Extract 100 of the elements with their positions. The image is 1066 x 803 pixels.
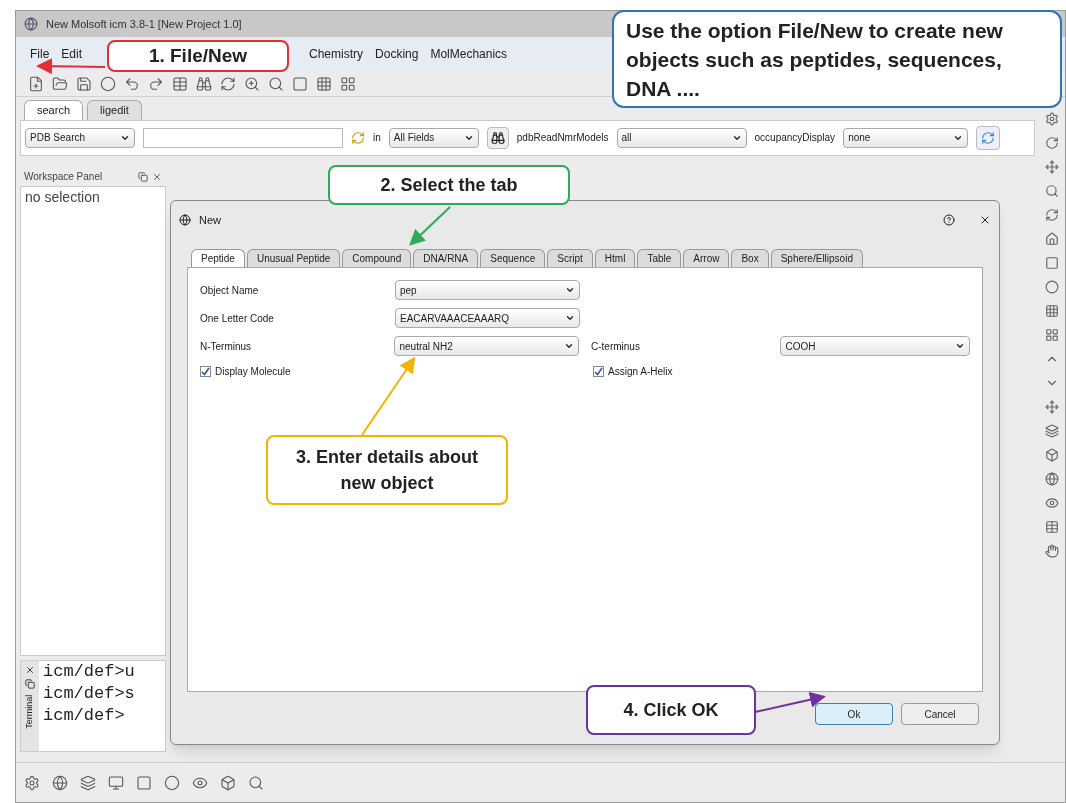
- pointer-arrow: [754, 691, 826, 713]
- field-label: N-Terminus: [200, 339, 253, 354]
- dropdown-caret-icon: [565, 313, 575, 323]
- binoculars-icon: [490, 130, 505, 145]
- dialog-tab[interactable]: Html: [594, 249, 636, 267]
- field-dropdown[interactable]: pep: [395, 280, 580, 300]
- pointer-arrow: [36, 58, 106, 75]
- menu-item[interactable]: Chemistry: [303, 45, 370, 63]
- side-tool-icon[interactable]: [1045, 496, 1059, 510]
- side-tool-icon[interactable]: [1045, 184, 1059, 198]
- side-tool-icon[interactable]: [1045, 520, 1059, 534]
- occupancy-label: occupancyDisplay: [754, 131, 836, 145]
- refresh-icon[interactable]: [220, 75, 236, 92]
- field-dropdown[interactable]: neutral NH2: [394, 336, 579, 356]
- field-dropdown[interactable]: COOH: [780, 336, 970, 356]
- step-callout: 4. Click OK: [586, 685, 756, 735]
- table-icon[interactable]: [172, 75, 188, 92]
- checkbox-label: Display Molecule: [215, 365, 291, 379]
- checkbox[interactable]: [200, 366, 211, 377]
- gear-icon[interactable]: [24, 774, 40, 791]
- side-tool-icon[interactable]: [1045, 136, 1059, 150]
- menu-item[interactable]: File: [24, 45, 56, 63]
- menu-item[interactable]: Edit: [55, 45, 89, 63]
- dropdown-caret-icon: [955, 341, 965, 351]
- circle-icon[interactable]: [100, 75, 116, 92]
- dropdown-caret-icon: [565, 285, 575, 295]
- binoculars-icon[interactable]: [196, 75, 212, 92]
- panel-tab[interactable]: search: [24, 100, 84, 120]
- terminal-line: icm/def>s: [43, 682, 135, 705]
- field-dropdown[interactable]: EACARVAAACEAAARQ: [395, 308, 580, 328]
- side-tool-icon[interactable]: [1045, 304, 1059, 318]
- open-folder-icon[interactable]: [52, 75, 68, 92]
- workspace-item[interactable]: no selection: [21, 186, 165, 208]
- app-logo-icon: [179, 214, 191, 226]
- side-tool-icon[interactable]: [1045, 328, 1059, 342]
- in-label: in: [373, 131, 381, 145]
- search-icon[interactable]: [248, 774, 264, 791]
- float-icon[interactable]: [25, 678, 35, 689]
- dialog-button[interactable]: Cancel: [901, 703, 979, 725]
- monitor-icon[interactable]: [108, 774, 124, 791]
- dialog-tab[interactable]: Arrow: [683, 249, 730, 267]
- float-icon[interactable]: [138, 171, 148, 182]
- checkbox[interactable]: [593, 366, 604, 377]
- help-icon[interactable]: [943, 214, 955, 226]
- redo-icon[interactable]: [148, 75, 164, 92]
- step-callout: 1. File/New: [107, 40, 289, 72]
- refresh-icon[interactable]: [351, 130, 365, 145]
- globe-icon[interactable]: [52, 774, 68, 791]
- panel-tab[interactable]: ligedit: [87, 100, 142, 120]
- undo-icon[interactable]: [124, 75, 140, 92]
- field-dropdown[interactable]: All Fields: [388, 127, 479, 148]
- refresh-button[interactable]: [976, 125, 1001, 150]
- close-icon[interactable]: [25, 664, 35, 675]
- side-tool-icon[interactable]: [1045, 112, 1059, 126]
- terminal-label: Terminal: [23, 694, 36, 729]
- dialog-tab[interactable]: DNA/RNA: [413, 249, 479, 267]
- workspace-panel-title: Workspace Panel: [24, 170, 103, 184]
- check-icon: [594, 367, 603, 376]
- field-label: One Letter Code: [200, 311, 275, 326]
- side-tool-icon[interactable]: [1045, 208, 1059, 222]
- field-label: Object Name: [200, 283, 260, 298]
- source-dropdown[interactable]: PDB Search: [25, 127, 135, 148]
- step-callout: 3. Enter details about new object: [266, 435, 508, 505]
- terminal-line: icm/def>: [43, 704, 126, 727]
- dialog-tab[interactable]: Sphere/Ellipsoid: [770, 249, 863, 267]
- side-tool-icon[interactable]: [1045, 280, 1059, 294]
- dialog-tab[interactable]: Box: [731, 249, 769, 267]
- layers-icon[interactable]: [80, 774, 96, 791]
- zoom-in-icon[interactable]: [244, 75, 260, 92]
- side-tool-icon[interactable]: [1045, 256, 1059, 270]
- dialog-tab[interactable]: Table: [637, 249, 682, 267]
- side-tool-icon[interactable]: [1045, 448, 1059, 462]
- menu-item[interactable]: Docking: [369, 45, 425, 63]
- nmr-dropdown[interactable]: all: [616, 127, 747, 148]
- side-tool-icon[interactable]: [1045, 424, 1059, 438]
- grid-icon[interactable]: [316, 75, 332, 92]
- checkbox-label: Assign A-Helix: [608, 365, 673, 379]
- dialog-tab[interactable]: Peptide: [191, 249, 245, 267]
- layout-grid-icon[interactable]: [340, 75, 356, 92]
- side-tool-icon[interactable]: [1045, 160, 1059, 174]
- circle-icon[interactable]: [164, 774, 180, 791]
- refresh-icon: [981, 130, 996, 145]
- search-icon[interactable]: [268, 75, 284, 92]
- binoculars-button[interactable]: [486, 126, 509, 149]
- side-tool-icon[interactable]: [1045, 544, 1059, 558]
- side-tool-icon[interactable]: [1045, 400, 1059, 414]
- dialog-button[interactable]: Ok: [815, 703, 893, 725]
- occupancy-dropdown[interactable]: none: [843, 127, 969, 148]
- dialog-tab[interactable]: Compound: [342, 249, 412, 267]
- box-icon[interactable]: [220, 774, 236, 791]
- dialog-tab[interactable]: Script: [547, 249, 593, 267]
- close-icon[interactable]: [979, 214, 991, 226]
- menu-item[interactable]: MolMechanics: [424, 45, 514, 63]
- search-input[interactable]: [143, 127, 343, 148]
- dialog-tab[interactable]: Unusual Peptide: [246, 249, 341, 267]
- side-tool-icon[interactable]: [1045, 232, 1059, 246]
- new-file-icon[interactable]: [28, 75, 44, 92]
- side-tool-icon[interactable]: [1045, 472, 1059, 486]
- save-icon[interactable]: [76, 75, 92, 92]
- dialog-tab[interactable]: Sequence: [480, 249, 546, 267]
